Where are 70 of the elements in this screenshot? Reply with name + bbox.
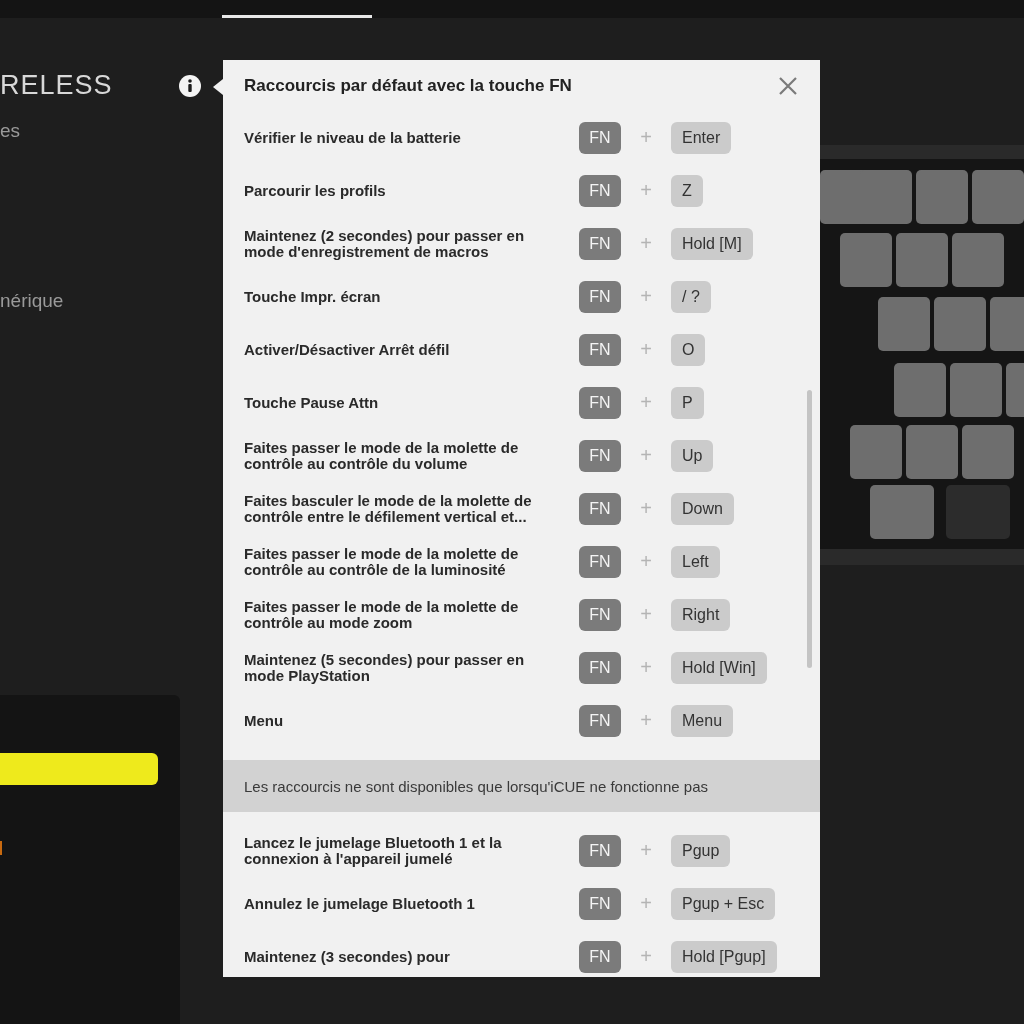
shortcut-description: Menu — [244, 712, 285, 729]
sidebar-item[interactable]: es — [0, 120, 21, 142]
key-cap: FN — [579, 227, 621, 260]
plus-sign: + — [640, 232, 652, 255]
scrollbar-thumb[interactable] — [807, 390, 812, 668]
shortcut-description: Lancez le jumelage Bluetooth 1 et la connexion à l'appareil jumelé — [244, 834, 503, 867]
key-cap: Hold [M] — [671, 227, 753, 260]
plus-sign: + — [640, 656, 652, 679]
key-cap: FN — [579, 834, 621, 867]
key-cap: Hold [Pgup] — [671, 940, 777, 973]
key-cap: Left — [671, 545, 720, 578]
key-cap: Down — [671, 492, 734, 525]
key-cap: Pgup — [671, 834, 731, 867]
key-cap: Right — [671, 598, 731, 631]
key-cap: FN — [579, 887, 621, 920]
key-cap: Z — [671, 174, 703, 207]
key-cap: FN — [579, 492, 621, 525]
shortcut-description: Faites passer le mode de la molette de contrôle au mode zoom — [244, 598, 520, 631]
close-button[interactable] — [778, 75, 798, 96]
key-cap: Up — [671, 439, 714, 472]
key-cap: FN — [579, 280, 621, 313]
notice-banner: Les raccourcis ne sont disponibles que lorsqu'iCUE ne fonctionne pas — [223, 760, 820, 812]
plus-sign: + — [640, 285, 652, 308]
key-cap: Menu — [671, 704, 734, 737]
plus-sign: + — [640, 179, 652, 202]
key-cap: FN — [579, 439, 621, 472]
shortcut-description: Touche Impr. écran — [244, 288, 382, 305]
shortcut-description: Faites basculer le mode de la molette de contrôle entre le défilement vertical et... — [244, 492, 533, 525]
key-cap: FN — [579, 704, 621, 737]
key-cap: O — [671, 333, 706, 366]
shortcut-description: Activer/Désactiver Arrêt défil — [244, 341, 451, 358]
shortcut-description: Vérifier le niveau de la batterie — [244, 129, 462, 146]
close-icon — [778, 75, 798, 96]
plus-sign: + — [640, 839, 652, 862]
shortcut-description: Faites passer le mode de la molette de contrôle au contrôle de la luminosité — [244, 545, 520, 578]
plus-sign: + — [640, 497, 652, 520]
key-cap: P — [671, 386, 704, 419]
key-cap: FN — [579, 940, 621, 973]
key-cap: FN — [579, 545, 621, 578]
plus-sign: + — [640, 444, 652, 467]
device-title: RELESS — [0, 70, 113, 100]
plus-sign: + — [640, 391, 652, 414]
plus-sign: + — [640, 603, 652, 626]
info-icon[interactable] — [179, 75, 201, 97]
accent-mark — [0, 841, 2, 855]
plus-sign: + — [640, 338, 652, 361]
key-cap: Hold [Win] — [671, 651, 767, 684]
key-cap: FN — [579, 651, 621, 684]
key-cap: / ? — [671, 280, 711, 313]
shortcut-description: Maintenez (2 secondes) pour passer en mode d'enregistrement de macros — [244, 227, 526, 260]
key-cap: FN — [579, 174, 621, 207]
plus-sign: + — [640, 550, 652, 573]
plus-sign: + — [640, 892, 652, 915]
shortcut-description: Faites passer le mode de la molette de contrôle au contrôle du volume — [244, 439, 520, 472]
key-cap: Pgup + Esc — [671, 887, 776, 920]
plus-sign: + — [640, 945, 652, 968]
shortcut-description: Annulez le jumelage Bluetooth 1 — [244, 895, 476, 912]
shortcut-description: Maintenez (5 secondes) pour passer en mode PlayStation — [244, 651, 526, 684]
key-cap: Enter — [671, 121, 732, 154]
shortcut-description: Maintenez (3 secondes) pour — [244, 948, 451, 965]
key-cap: FN — [579, 386, 621, 419]
sidebar-item[interactable]: nérique — [0, 290, 64, 312]
plus-sign: + — [640, 126, 652, 149]
popup-title: Raccourcis par défaut avec la touche FN — [244, 75, 572, 96]
key-cap: FN — [579, 121, 621, 154]
shortcut-description: Touche Pause Attn — [244, 394, 380, 411]
key-cap: FN — [579, 333, 621, 366]
shortcut-description: Parcourir les profils — [244, 182, 387, 199]
plus-sign: + — [640, 709, 652, 732]
key-cap: FN — [579, 598, 621, 631]
